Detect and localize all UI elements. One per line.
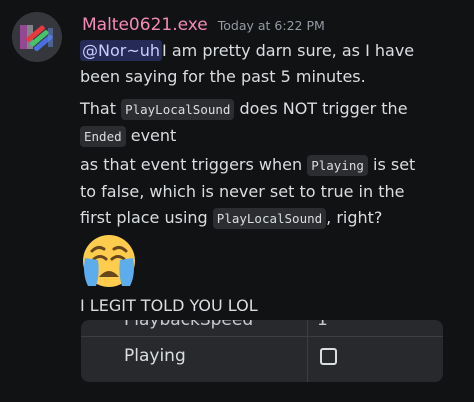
inline-code: PlayLocalSound (212, 208, 327, 229)
username[interactable]: Malte0621.exe (82, 15, 208, 35)
inline-code: Playing (307, 155, 368, 176)
message-text: That (80, 99, 122, 118)
property-label: PlaybackSpeed (124, 320, 254, 330)
message-text: event (125, 126, 177, 145)
message-paragraph-4: I LEGIT TOLD YOU LOL (80, 293, 420, 319)
message-text: as that event triggers when (80, 155, 308, 174)
playing-checkbox[interactable] (320, 348, 337, 365)
row-divider (81, 336, 443, 337)
property-value: 1 (317, 320, 328, 330)
message-paragraph-2: That PlayLocalSound does NOT trigger the… (80, 96, 420, 150)
crying-face-icon (83, 235, 135, 287)
message-text: does NOT trigger the (234, 99, 408, 118)
message-header: Malte0621.exe Today at 6:22 PM (82, 15, 325, 35)
message-text: I LEGIT TOLD YOU LOL (80, 296, 258, 315)
message-paragraph-1: @Nor~uh I am pretty darn sure, as I have … (80, 38, 420, 90)
column-divider (307, 320, 308, 382)
user-avatar-icon (12, 12, 62, 62)
inline-code: Ended (80, 126, 126, 147)
inline-code: PlayLocalSound (121, 99, 235, 120)
timestamp[interactable]: Today at 6:22 PM (218, 18, 325, 33)
user-mention[interactable]: @Nor~uh (80, 40, 163, 61)
avatar[interactable] (12, 12, 62, 62)
message-text: , right? (326, 208, 383, 227)
image-attachment[interactable]: PlaybackSpeed 1 Playing (81, 320, 443, 382)
property-label: Playing (124, 346, 186, 366)
message-paragraph-3: as that event triggers when Playing is s… (80, 152, 420, 232)
crying-face-emoji[interactable] (80, 232, 138, 290)
